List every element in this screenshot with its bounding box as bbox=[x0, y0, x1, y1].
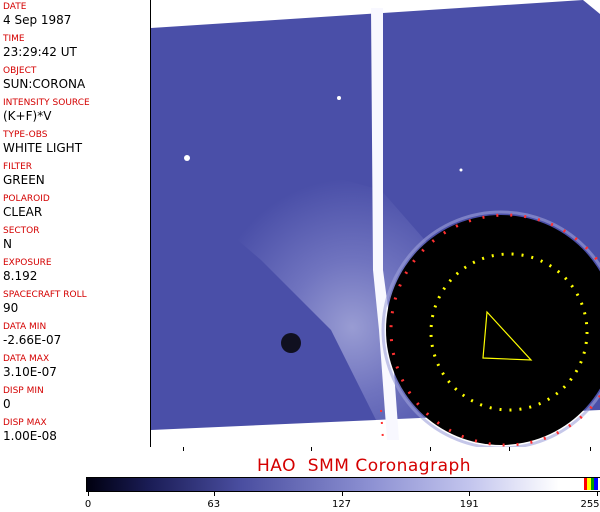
colorbar-tick-label: 191 bbox=[459, 499, 479, 510]
colorbar-tick-label: 127 bbox=[331, 499, 352, 510]
axis-tick bbox=[590, 447, 591, 451]
field-value: 3.10E-07 bbox=[3, 365, 57, 379]
colorbar-tick-label: 255 bbox=[580, 499, 600, 510]
axis-tick bbox=[183, 447, 184, 451]
instrument-title: HAO SMM Coronagraph bbox=[257, 456, 472, 476]
field-label: FILTER bbox=[3, 162, 33, 172]
field-label: DATA MAX bbox=[3, 354, 50, 364]
header-info-panel: DATE 4 Sep 1987 TIME 23:29:42 UT OBJECT SUN:C… bbox=[0, 0, 151, 447]
field-value: (K+F)*V bbox=[3, 109, 52, 123]
field-label: DISP MAX bbox=[3, 418, 47, 428]
field-label: DATE bbox=[3, 2, 27, 12]
colorbar-tick-mark bbox=[597, 491, 598, 496]
colorbar-tick-mark bbox=[88, 491, 89, 496]
field-label: OBJECT bbox=[3, 66, 37, 76]
field-value: 23:29:42 UT bbox=[3, 45, 77, 59]
coronagraph-image bbox=[151, 0, 600, 447]
colorbar-overflow-swatch bbox=[584, 478, 598, 490]
field-label: TIME bbox=[3, 34, 25, 44]
field-value: 0 bbox=[3, 397, 11, 411]
field-label: DATA MIN bbox=[3, 322, 47, 332]
colorbar-tick-label: 63 bbox=[207, 499, 221, 510]
colorbar-tick-mark bbox=[213, 491, 215, 496]
field-value: WHITE LIGHT bbox=[3, 141, 83, 155]
colorbar-tick-mark bbox=[341, 491, 343, 496]
axis-tick bbox=[509, 447, 510, 451]
field-value: 90 bbox=[3, 301, 19, 315]
colorbar bbox=[86, 477, 600, 492]
axis-tick bbox=[430, 447, 431, 451]
field-value: 1.00E-08 bbox=[3, 429, 57, 443]
field-label: TYPE-OBS bbox=[3, 130, 48, 140]
field-label: SPACECRAFT ROLL bbox=[3, 290, 87, 300]
dust-spot bbox=[281, 333, 301, 353]
field-label: INTENSITY SOURCE bbox=[3, 98, 90, 108]
field-label: EXPOSURE bbox=[3, 258, 52, 268]
field-label: POLAROID bbox=[3, 194, 50, 204]
field-value: -2.66E-07 bbox=[3, 333, 62, 347]
field-value: SUN:CORONA bbox=[3, 77, 86, 91]
field-value: N bbox=[3, 237, 12, 251]
field-value: 4 Sep 1987 bbox=[3, 13, 72, 27]
colorbar-tick-mark bbox=[469, 491, 471, 496]
field-label: SECTOR bbox=[3, 226, 40, 236]
axis-tick bbox=[311, 447, 312, 451]
field-value: GREEN bbox=[3, 173, 45, 187]
field-value: 8.192 bbox=[3, 269, 38, 283]
field-label: DISP MIN bbox=[3, 386, 44, 396]
field-value: CLEAR bbox=[3, 205, 43, 219]
colorbar-tick-label: 0 bbox=[84, 499, 92, 510]
